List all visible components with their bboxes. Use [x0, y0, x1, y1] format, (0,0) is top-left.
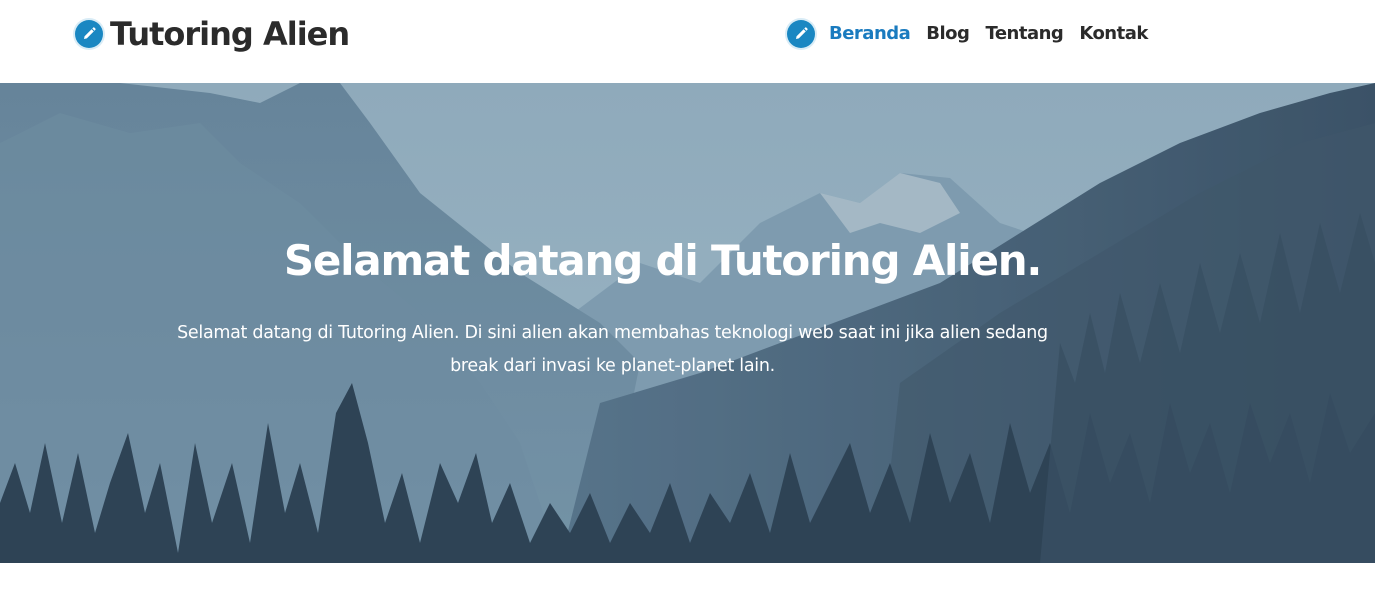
site-header: Tutoring Alien Beranda Blog Tentang Kont… — [0, 0, 1375, 83]
brand-link[interactable]: Tutoring Alien — [75, 14, 350, 54]
nav-item-kontak[interactable]: Kontak — [1079, 20, 1148, 48]
hero-title: Selamat datang di Tutoring Alien. — [283, 236, 1043, 285]
pencil-icon — [75, 20, 103, 48]
nav-item-tentang[interactable]: Tentang — [985, 20, 1063, 48]
nav-item-blog[interactable]: Blog — [926, 20, 970, 48]
pencil-icon — [787, 20, 815, 48]
page: Tutoring Alien Beranda Blog Tentang Kont… — [0, 0, 1375, 602]
hero-section: Selamat datang di Tutoring Alien. Selama… — [0, 83, 1375, 563]
content-area — [0, 563, 1375, 602]
main-nav: Beranda Blog Tentang Kontak — [787, 20, 1164, 48]
hero-description: Selamat datang di Tutoring Alien. Di sin… — [177, 323, 1048, 376]
nav-item-beranda[interactable]: Beranda — [829, 20, 911, 48]
site-title: Tutoring Alien — [110, 15, 350, 53]
